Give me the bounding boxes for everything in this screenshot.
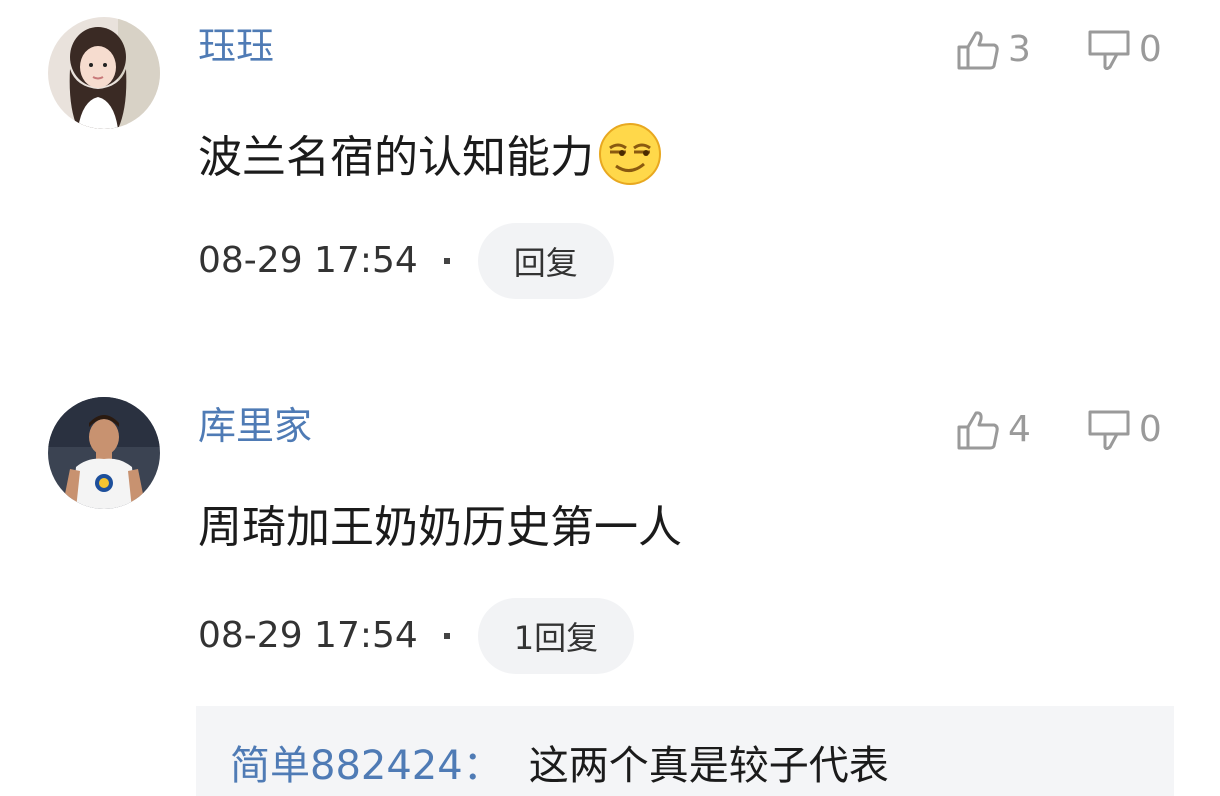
comment-meta: 08-29 17:54 回复 — [198, 223, 614, 299]
dislike-count: 0 — [1138, 29, 1162, 70]
thumbs-up-icon — [956, 29, 1000, 71]
comment-text: 周琦加王奶奶历史第一人 — [198, 506, 682, 550]
comment-meta: 08-29 17:54 1回复 — [198, 598, 635, 674]
like-count: 3 — [1008, 29, 1031, 70]
username[interactable]: 珏珏 — [198, 27, 274, 65]
dislike-button[interactable]: 0 — [1087, 409, 1162, 451]
sub-reply-text: 这两个真是较子代表 — [528, 743, 889, 789]
avatar[interactable] — [48, 397, 160, 509]
reply-count-button[interactable]: 1回复 — [477, 598, 635, 674]
like-count: 4 — [1008, 409, 1031, 450]
sub-reply-box[interactable]: 简单882424： 这两个真是较子代表 — [196, 706, 1174, 796]
username[interactable]: 库里家 — [198, 407, 312, 445]
thumbs-up-icon — [956, 409, 1000, 451]
dislike-count: 0 — [1138, 409, 1162, 450]
comment-text-body: 波兰名宿的认知能力 — [198, 132, 594, 183]
dislike-button[interactable]: 0 — [1087, 29, 1162, 71]
comment-text: 波兰名宿的认知能力 — [198, 122, 662, 194]
sub-reply-username[interactable]: 简单882424： — [230, 743, 503, 789]
reply-button[interactable]: 回复 — [477, 223, 614, 299]
timestamp: 08-29 17:54 — [198, 240, 418, 281]
separator-dot — [443, 258, 450, 264]
comment-actions: 4 0 — [956, 409, 1162, 451]
comment-actions: 3 0 — [956, 29, 1162, 71]
thumbs-down-icon — [1087, 409, 1131, 451]
like-button[interactable]: 3 — [956, 29, 1031, 71]
avatar[interactable] — [48, 17, 160, 129]
thumbs-down-icon — [1087, 29, 1131, 71]
separator-dot — [443, 633, 450, 639]
timestamp: 08-29 17:54 — [198, 615, 418, 656]
comment-text-body: 周琦加王奶奶历史第一人 — [198, 502, 682, 553]
like-button[interactable]: 4 — [956, 409, 1031, 451]
smirk-emoji-icon — [598, 122, 662, 194]
sub-reply-line: 简单882424： 这两个真是较子代表 — [230, 746, 889, 786]
